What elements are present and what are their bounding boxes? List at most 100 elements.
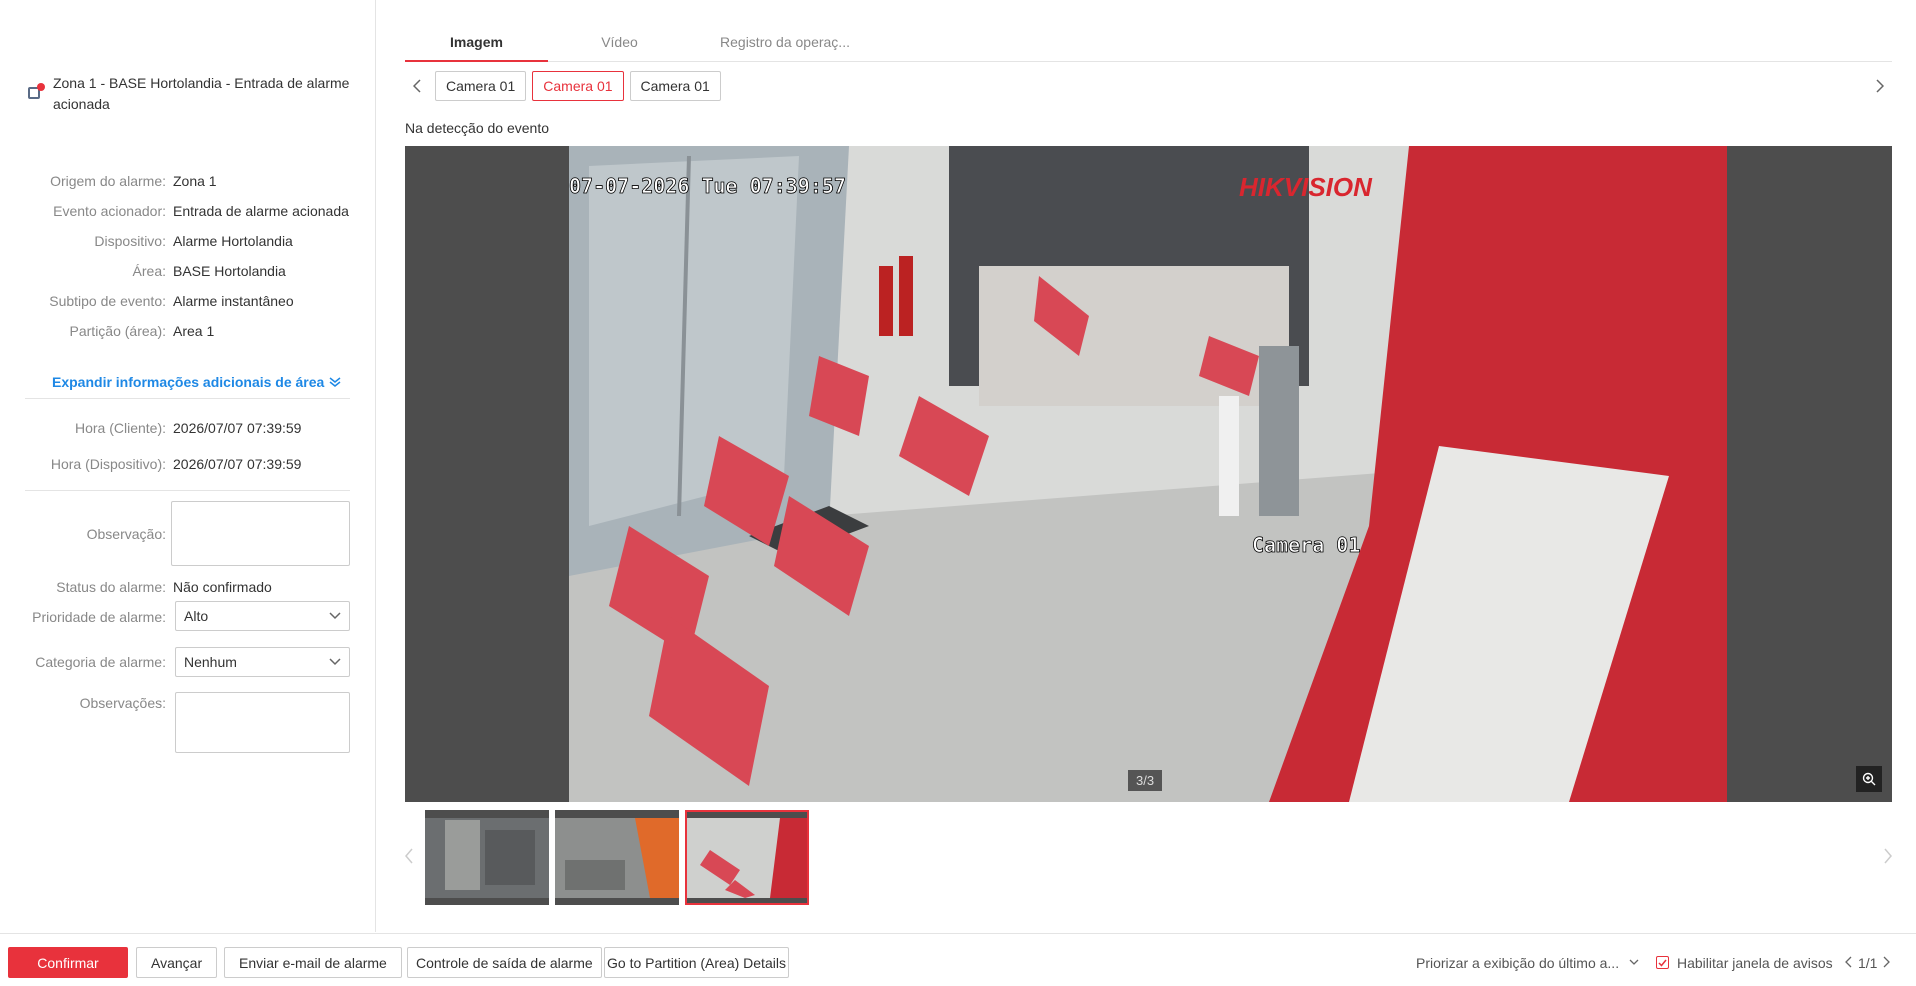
partition-details-button[interactable]: Go to Partition (Area) Details [604, 947, 789, 978]
detail-value: Area 1 [173, 323, 215, 339]
detail-row-subtype: Subtipo de evento: Alarme instantâneo [0, 293, 376, 309]
alarm-header: Zona 1 - BASE Hortolandia - Entrada de a… [26, 73, 356, 115]
category-value: Nenhum [184, 654, 237, 670]
zoom-in-icon [1862, 772, 1876, 786]
detail-label: Subtipo de evento: [49, 293, 166, 309]
chevron-down-icon [329, 612, 341, 620]
detail-value: BASE Hortolandia [173, 263, 286, 279]
osd-camera-name: Camera 01 [1252, 533, 1360, 557]
thumbnail-2[interactable] [555, 810, 679, 905]
camera-tab-active[interactable]: Camera 01 [532, 71, 624, 101]
alarm-output-button[interactable]: Controle de saída de alarme [407, 947, 602, 978]
camera-scene: 07-07-2026 Tue 07:39:57 HIKVISION Camera… [569, 146, 1727, 802]
chevron-right-icon [1876, 79, 1884, 93]
tab-operation-log[interactable]: Registro da operaç... [691, 22, 879, 61]
send-email-button[interactable]: Enviar e-mail de alarme [224, 947, 402, 978]
zoom-button[interactable] [1856, 766, 1882, 792]
thumbnail-1[interactable] [425, 810, 549, 905]
expand-area-info-label: Expandir informações adicionais de área [52, 374, 325, 390]
detail-label: Partição (área): [69, 323, 166, 339]
detail-label: Evento acionador: [53, 203, 166, 219]
camera-selector: Camera 01 Camera 01 Camera 01 [405, 71, 1892, 101]
enable-popup-label: Habilitar janela de avisos [1677, 954, 1833, 971]
remarks-textarea[interactable] [175, 692, 350, 753]
display-priority-dropdown[interactable]: Priorizar a exibição do último a... [1416, 947, 1639, 978]
status-row: Status do alarme: Não confirmado [0, 579, 376, 595]
display-priority-label: Priorizar a exibição do último a... [1416, 954, 1620, 971]
camera-snapshot: 07-07-2026 Tue 07:39:57 HIKVISION Camera… [569, 146, 1727, 802]
image-viewer[interactable]: 07-07-2026 Tue 07:39:57 HIKVISION Camera… [405, 146, 1892, 802]
alarm-details-panel: Zona 1 - BASE Hortolandia - Entrada de a… [0, 0, 376, 932]
detail-row-device: Dispositivo: Alarme Hortolandia [0, 233, 376, 249]
alarm-title: Zona 1 - BASE Hortolandia - Entrada de a… [52, 75, 350, 112]
double-chevron-down-icon [329, 377, 341, 387]
camera-tab[interactable]: Camera 01 [629, 71, 721, 101]
media-tabs: Imagem Vídeo Registro da operaç... [405, 22, 1892, 62]
detail-row-partition: Partição (área): Area 1 [0, 323, 376, 339]
osd-timestamp: 07-07-2026 Tue 07:39:57 [569, 174, 846, 198]
checkbox-checked-icon [1656, 956, 1669, 969]
priority-label: Prioridade de alarme: [32, 609, 166, 625]
divider [25, 490, 350, 491]
priority-select[interactable]: Alto [175, 601, 350, 631]
detail-value: Alarme instantâneo [173, 293, 294, 309]
chevron-down-icon [329, 658, 341, 666]
chevron-down-icon [1629, 959, 1639, 965]
time-value: 2026/07/07 07:39:59 [173, 456, 302, 472]
media-panel: Imagem Vídeo Registro da operaç... Camer… [377, 0, 1916, 932]
detail-label: Área: [132, 263, 166, 279]
thumbnail-image [555, 818, 679, 898]
pagination: 1/1 [1845, 947, 1891, 978]
enable-popup-checkbox[interactable]: Habilitar janela de avisos [1656, 947, 1833, 978]
camera-prev-button[interactable] [405, 74, 429, 98]
category-label: Categoria de alarme: [35, 654, 166, 670]
detail-value: Alarme Hortolandia [173, 233, 293, 249]
advance-button[interactable]: Avançar [136, 947, 218, 978]
camera-tab[interactable]: Camera 01 [435, 71, 527, 101]
event-capture-label: Na detecção do evento [405, 120, 549, 136]
thumb-next-button[interactable] [1884, 848, 1892, 867]
time-value: 2026/07/07 07:39:59 [173, 420, 302, 436]
status-label: Status do alarme: [56, 579, 166, 595]
alarm-device-icon [26, 81, 45, 101]
page-indicator: 1/1 [1858, 954, 1878, 971]
image-counter: 3/3 [1128, 770, 1163, 791]
remarks-label: Observações: [79, 695, 166, 711]
confirm-button[interactable]: Confirmar [8, 947, 128, 978]
time-row-client: Hora (Cliente): 2026/07/07 07:39:59 [0, 420, 376, 436]
status-value: Não confirmado [173, 579, 272, 595]
detail-label: Dispositivo: [94, 233, 166, 249]
detail-label: Origem do alarme: [50, 173, 166, 189]
detail-row-origin: Origem do alarme: Zona 1 [0, 173, 376, 189]
thumbnail-3-selected[interactable] [685, 810, 809, 905]
chevron-right-icon [1884, 956, 1891, 967]
time-label: Hora (Dispositivo): [50, 456, 166, 472]
observation-textarea[interactable] [171, 501, 350, 566]
chevron-left-icon [405, 848, 413, 864]
chevron-left-icon [1845, 956, 1852, 967]
tab-image[interactable]: Imagem [405, 22, 548, 62]
category-select[interactable]: Nenhum [175, 647, 350, 677]
detail-value: Entrada de alarme acionada [173, 203, 349, 219]
chevron-left-icon [413, 79, 421, 93]
time-label: Hora (Cliente): [74, 420, 166, 436]
thumbnail-image [685, 818, 809, 898]
action-footer: Confirmar Avançar Enviar e-mail de alarm… [0, 933, 1916, 986]
page-prev-button[interactable] [1845, 955, 1852, 971]
chevron-right-icon [1884, 848, 1892, 864]
thumbnail-strip [405, 810, 1892, 905]
time-row-device: Hora (Dispositivo): 2026/07/07 07:39:59 [0, 456, 376, 472]
divider [25, 398, 350, 399]
thumb-prev-button[interactable] [405, 848, 413, 867]
page-next-button[interactable] [1883, 955, 1891, 971]
priority-value: Alto [184, 608, 209, 624]
expand-area-info-link[interactable]: Expandir informações adicionais de área [52, 374, 342, 390]
brand-watermark: HIKVISION [1239, 172, 1373, 202]
observation-label: Observação: [86, 526, 166, 542]
detail-row-area: Área: BASE Hortolandia [0, 263, 376, 279]
detail-row-event: Evento acionador: Entrada de alarme acion… [0, 203, 376, 219]
camera-next-button[interactable] [1868, 74, 1892, 98]
detail-value: Zona 1 [173, 173, 217, 189]
tab-video[interactable]: Vídeo [548, 22, 691, 61]
thumbnail-image [425, 818, 549, 898]
